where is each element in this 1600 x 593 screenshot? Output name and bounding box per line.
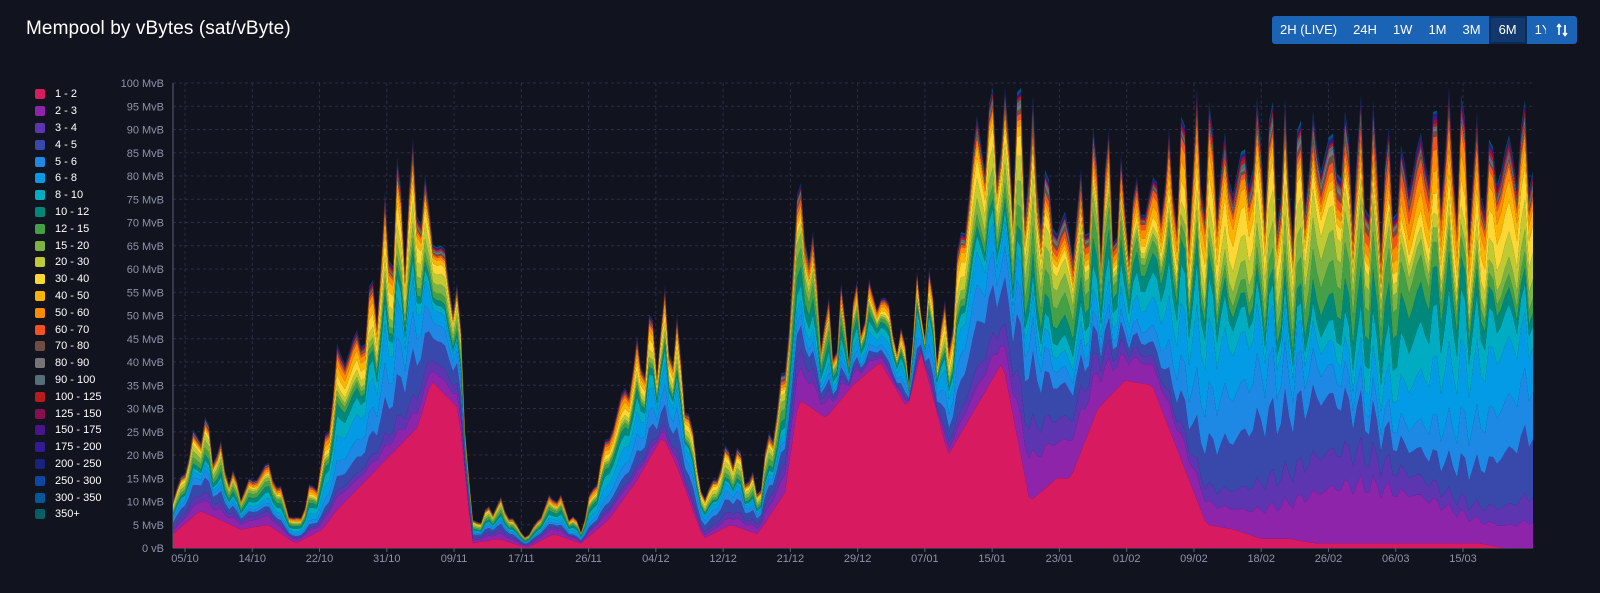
x-tick-label: 05/10: [171, 553, 199, 565]
x-tick-label: 04/12: [642, 553, 670, 565]
x-tick-label: 22/10: [306, 553, 334, 565]
x-tick-label: 21/12: [777, 553, 805, 565]
mempool-chart: 0 vB 5 MvB 10 MvB 15 MvB 20 MvB 25 MvB 30 MvB 3…: [121, 78, 1533, 565]
x-tick-label: 26/02: [1315, 553, 1343, 565]
y-tick-label: 25 MvB: [127, 427, 164, 439]
y-tick-label: 95 MvB: [127, 101, 164, 113]
area-layers: [173, 87, 1533, 548]
y-tick-label: 90 MvB: [127, 125, 164, 137]
x-tick-label: 12/12: [709, 553, 737, 565]
x-tick-label: 15/01: [978, 553, 1006, 565]
y-tick-label: 100 MvB: [121, 78, 164, 90]
x-tick-label: 07/01: [911, 553, 939, 565]
x-tick-label: 26/11: [575, 553, 602, 565]
y-tick-label: 75 MvB: [127, 194, 164, 206]
x-tick-label: 06/03: [1382, 553, 1410, 565]
y-tick-label: 20 MvB: [127, 450, 164, 462]
x-tick-label: 29/12: [844, 553, 872, 565]
y-tick-label: 35 MvB: [127, 380, 164, 392]
y-tick-label: 15 MvB: [127, 473, 164, 485]
x-tick-label: 01/02: [1113, 553, 1141, 565]
y-tick-label: 5 MvB: [133, 520, 164, 532]
y-tick-label: 85 MvB: [127, 148, 164, 160]
x-tick-label: 14/10: [238, 553, 266, 565]
x-tick-label: 09/11: [441, 553, 468, 565]
y-tick-label: 0 vB: [142, 543, 164, 555]
x-tick-label: 23/01: [1046, 553, 1074, 565]
y-tick-label: 10 MvB: [127, 497, 164, 509]
y-tick-label: 60 MvB: [127, 264, 164, 276]
y-tick-label: 30 MvB: [127, 404, 164, 416]
y-tick-label: 65 MvB: [127, 241, 164, 253]
y-tick-label: 80 MvB: [127, 171, 164, 183]
x-tick-label: 17/11: [508, 553, 535, 565]
y-tick-label: 70 MvB: [127, 218, 164, 230]
x-tick-label: 09/02: [1180, 553, 1208, 565]
y-tick-label: 55 MvB: [127, 287, 164, 299]
x-tick-label: 31/10: [373, 553, 401, 565]
x-tick-label: 15/03: [1449, 553, 1477, 565]
y-tick-label: 40 MvB: [127, 357, 164, 369]
x-tick-label: 18/02: [1247, 553, 1275, 565]
y-tick-label: 45 MvB: [127, 334, 164, 346]
y-tick-label: 50 MvB: [127, 311, 164, 323]
